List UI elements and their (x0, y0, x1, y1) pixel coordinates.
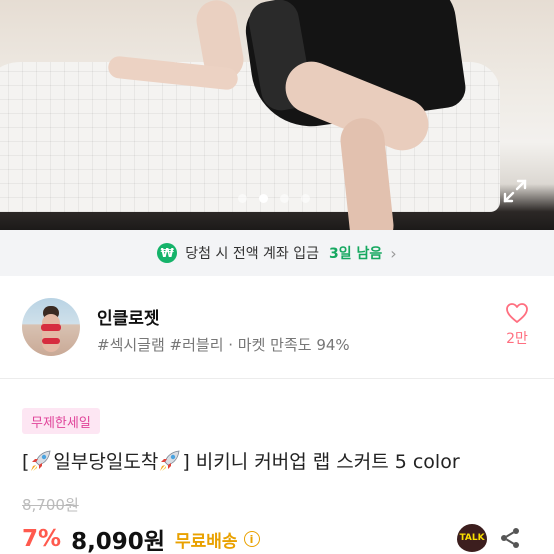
chevron-right-icon: › (390, 243, 397, 263)
like-button[interactable]: 2만 (500, 302, 534, 348)
avatar-figure (42, 314, 60, 352)
original-price: 8,700원 (22, 496, 79, 514)
avatar-bottom (42, 338, 60, 344)
section-divider (0, 378, 554, 379)
avatar-top (41, 324, 61, 331)
won-icon: ₩ (157, 243, 178, 263)
deposit-event-banner[interactable]: ₩ 당첨 시 전액 계좌 입금 3일 남음 › (0, 230, 554, 276)
price-row: 7% 8,090원 무료배송 i (22, 522, 260, 554)
banner-days-left: 3일 남음 (329, 246, 383, 262)
product-title: [ 일부당일도착 ] 비키니 커버업 랩 스커트 5 color (22, 447, 460, 474)
sale-badge: 무제한세일 (22, 408, 100, 434)
carousel-dot-active[interactable] (259, 194, 268, 203)
discount-rate: 7% (22, 526, 62, 552)
carousel-dot[interactable] (238, 194, 247, 203)
seller-section[interactable]: 인클로젯 #섹시글램 #러블리 · 마켓 만족도 94% 2만 (0, 276, 554, 378)
banner-text: 당첨 시 전액 계좌 입금 (185, 246, 320, 262)
info-icon[interactable]: i (243, 531, 260, 547)
talk-chat-icon[interactable]: TALK (457, 524, 487, 552)
free-shipping-label: 무료배송 (174, 531, 238, 552)
title-rest: ] 비키니 커버업 랩 스커트 5 color (182, 451, 460, 473)
sale-price: 8,090원 (71, 529, 165, 554)
carousel-indicator[interactable] (238, 194, 310, 203)
product-image[interactable] (0, 0, 554, 230)
rocket-icon (160, 450, 180, 471)
heart-icon (506, 303, 528, 323)
seller-tags: #섹시글램 #러블리 · 마켓 만족도 94% (97, 336, 350, 354)
seller-name[interactable]: 인클로젯 (97, 304, 160, 329)
expand-icon[interactable] (502, 178, 528, 204)
share-icon[interactable] (498, 526, 522, 550)
carousel-dot[interactable] (301, 194, 310, 203)
seller-avatar[interactable] (22, 298, 80, 356)
title-label: 일부당일도착 (53, 451, 159, 473)
like-count: 2만 (506, 331, 528, 347)
title-bracket-open: [ (22, 451, 30, 473)
rocket-icon (31, 450, 51, 471)
carousel-dot[interactable] (280, 194, 289, 203)
